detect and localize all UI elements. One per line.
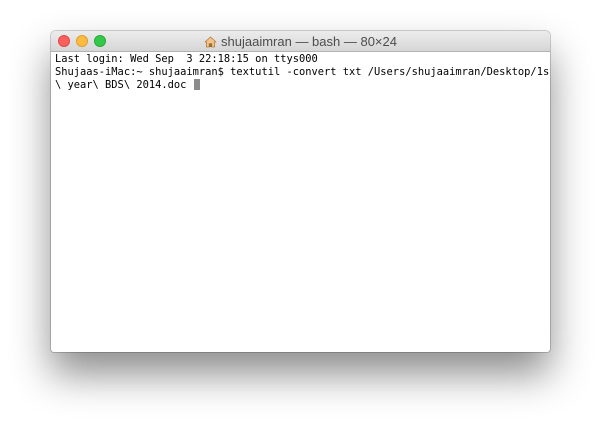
terminal-line-command-continued: \ year\ BDS\ 2014.doc bbox=[55, 79, 546, 92]
window-title: shujaaimran — bash — 80×24 bbox=[51, 31, 550, 52]
terminal-line-command: Shujaas-iMac:~ shujaaimran$ textutil -co… bbox=[55, 66, 550, 78]
terminal-window: shujaaimran — bash — 80×24 Last login: W… bbox=[51, 31, 550, 352]
terminal-line-last-login: Last login: Wed Sep 3 22:18:15 on ttys00… bbox=[55, 53, 318, 65]
home-icon bbox=[204, 36, 217, 48]
text-cursor bbox=[193, 79, 200, 90]
title-bar[interactable]: shujaaimran — bash — 80×24 bbox=[51, 31, 550, 52]
terminal-line-command-continued-text: \ year\ BDS\ 2014.doc bbox=[55, 79, 193, 91]
terminal-output[interactable]: Last login: Wed Sep 3 22:18:15 on ttys00… bbox=[51, 52, 550, 352]
window-title-text: shujaaimran — bash — 80×24 bbox=[221, 34, 397, 49]
